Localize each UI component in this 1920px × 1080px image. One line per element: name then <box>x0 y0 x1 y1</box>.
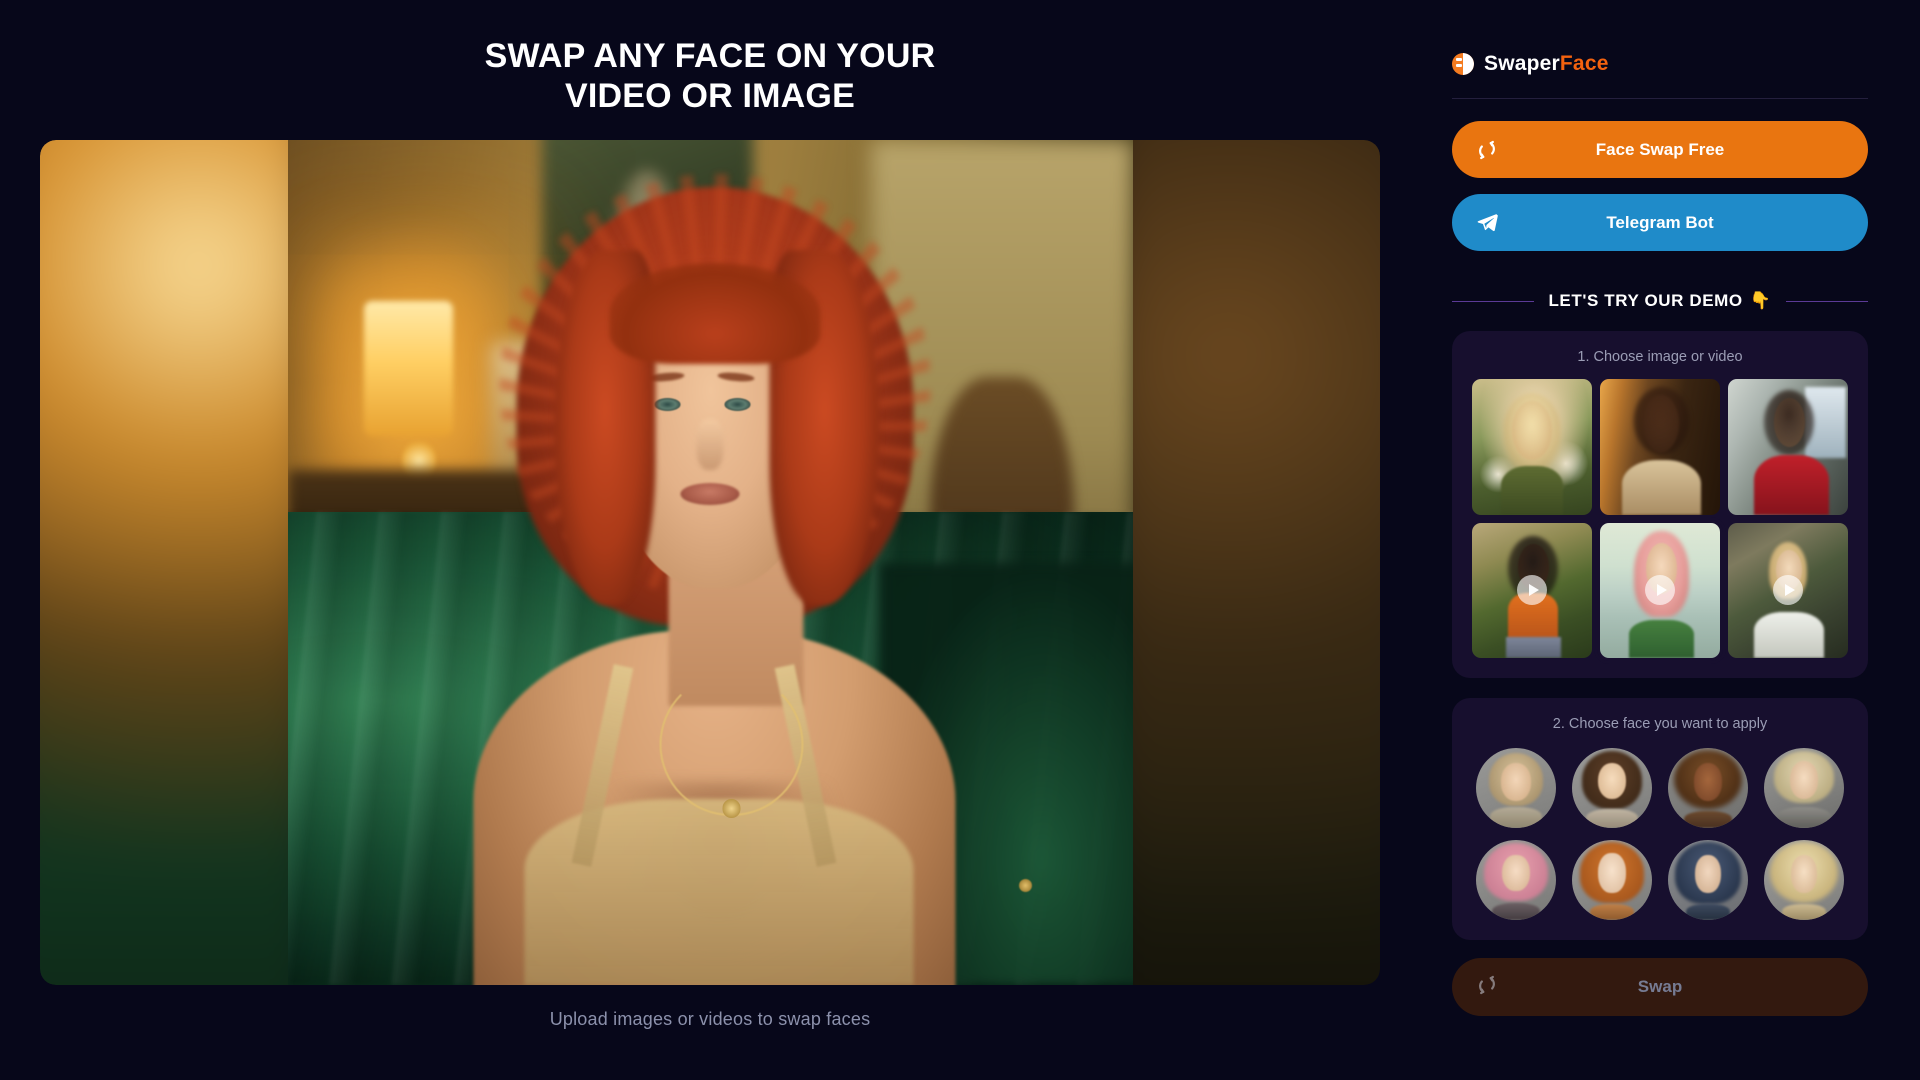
hero-media-stage <box>40 140 1380 986</box>
brand-name-second: Face <box>1559 52 1609 75</box>
page-title: SWAP ANY FACE ON YOUR VIDEO OR IMAGE <box>484 37 936 116</box>
source-media-grid <box>1472 379 1848 665</box>
play-icon <box>1773 575 1803 606</box>
swap-button-label: Swap <box>1637 977 1683 997</box>
telegram-bot-label: Telegram Bot <box>1606 212 1714 232</box>
avatar-face-smiling-brown[interactable] <box>1572 748 1652 829</box>
thumb-blonde-woman-indoors-video[interactable] <box>1728 522 1848 659</box>
scene-woman-figure <box>288 140 1133 986</box>
face-swap-free-label: Face Swap Free <box>1595 139 1725 159</box>
brand-name: SwaperFace <box>1484 52 1609 76</box>
face-swap-logo-icon <box>1452 53 1474 75</box>
upload-hint-text: Upload images or videos to swap faces <box>549 1009 871 1030</box>
telegram-paper-plane-icon <box>1476 211 1499 234</box>
avatar-face-wavy-blonde[interactable] <box>1476 748 1556 829</box>
thumb-pink-hair-woman-beach-video[interactable] <box>1594 516 1726 665</box>
play-icon <box>1645 575 1675 606</box>
thumb-woman-orange-top-street-video[interactable] <box>1472 522 1592 659</box>
avatar-face-curly-blonde[interactable] <box>1764 840 1844 921</box>
header-divider <box>1452 98 1868 99</box>
avatar-face-curly-dark[interactable] <box>1668 748 1748 829</box>
thumb-blonde-woman-garden-image[interactable] <box>1472 379 1592 515</box>
app-root: SWAP ANY FACE ON YOUR VIDEO OR IMAGE Upl… <box>0 0 1920 1080</box>
brand-logo[interactable]: SwaperFace <box>1452 52 1868 76</box>
avatar-face-pink-hair[interactable] <box>1476 840 1556 921</box>
step1-title: 1. Choose image or video <box>1577 349 1743 365</box>
thumb-woman-window-light-image[interactable] <box>1600 379 1720 515</box>
thumb-woman-red-shirt-train-image[interactable] <box>1728 379 1848 515</box>
step2-title: 2. Choose face you want to apply <box>1552 716 1768 733</box>
face-selection-grid <box>1472 746 1848 921</box>
telegram-bot-button[interactable]: Telegram Bot <box>1452 194 1868 251</box>
hero-scene <box>288 140 1133 986</box>
play-icon <box>1517 575 1547 606</box>
swap-button[interactable]: Swap <box>1452 958 1868 1017</box>
avatar-face-short-blonde[interactable] <box>1764 748 1844 829</box>
sidebar: SwaperFace Face Swap Free Telegram Bot L… <box>1420 0 1920 1080</box>
avatar-face-blue-hair[interactable] <box>1668 840 1748 921</box>
demo-heading-rule-right <box>1785 300 1868 302</box>
step2-panel: 2. Choose face you want to apply <box>1452 698 1868 941</box>
figure-lips <box>680 483 740 506</box>
step1-panel: 1. Choose image or video <box>1452 331 1868 679</box>
avatar-face-ginger[interactable] <box>1572 840 1652 921</box>
brand-name-first: Swaper <box>1484 52 1560 75</box>
swap-arrows-icon <box>1476 974 1498 1001</box>
face-swap-free-button[interactable]: Face Swap Free <box>1452 121 1868 178</box>
pointing-down-icon: 👇 <box>1749 291 1772 310</box>
demo-section-heading: LET'S TRY OUR DEMO 👇 <box>1452 291 1868 311</box>
figure-pendant <box>722 799 741 818</box>
hero-column: SWAP ANY FACE ON YOUR VIDEO OR IMAGE Upl… <box>0 0 1420 1080</box>
figure-necklace <box>659 672 804 817</box>
hero-preview-image[interactable] <box>288 140 1133 986</box>
swap-arrows-icon <box>1476 139 1498 161</box>
demo-heading-label: LET'S TRY OUR DEMO <box>1548 291 1743 310</box>
demo-heading-rule-left <box>1452 300 1535 302</box>
figure-bangs <box>609 262 821 365</box>
figure-nose <box>696 419 724 470</box>
